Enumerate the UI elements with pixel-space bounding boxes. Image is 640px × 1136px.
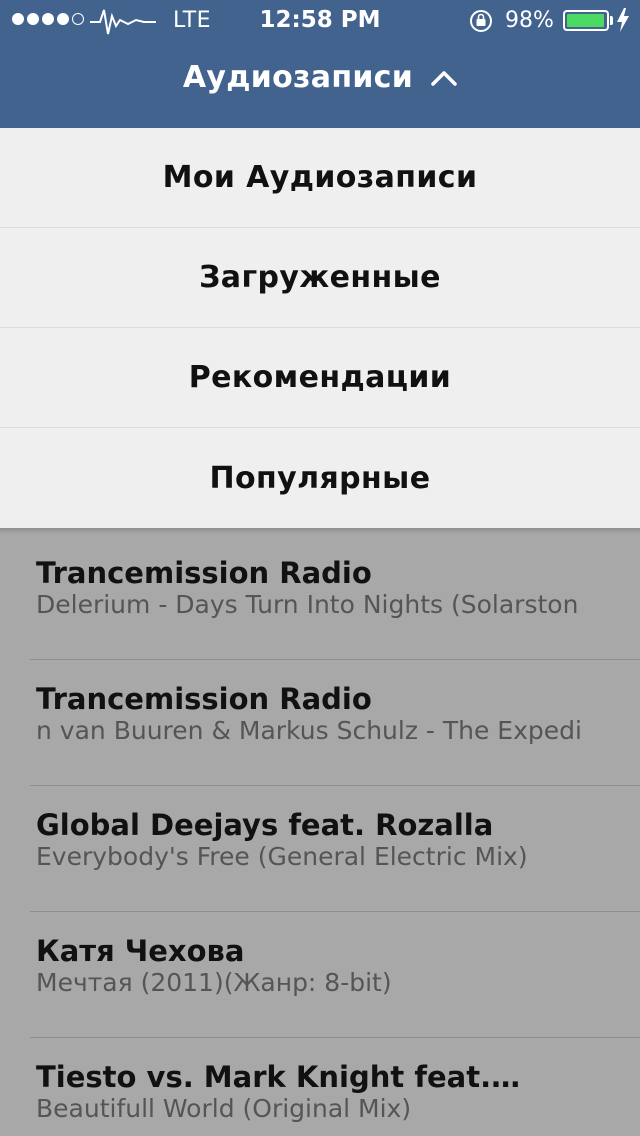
battery-tip	[610, 16, 613, 25]
chevron-up-icon	[431, 70, 457, 86]
track-artist: Trancemission Radio	[36, 682, 372, 716]
track-title: Beautifull World (Original Mix)	[36, 1094, 412, 1123]
track-list: Trancemission Radio Delerium - Days Turn…	[0, 534, 640, 1136]
header: LTE 12:58 PM 98% Аудиозаписи	[0, 0, 640, 128]
nav-title-toggle[interactable]: Аудиозаписи	[0, 60, 640, 95]
battery-icon	[563, 10, 609, 31]
list-item[interactable]: Global Deejays feat. Rozalla Everybody's…	[30, 786, 640, 912]
track-title: Delerium - Days Turn Into Nights (Solars…	[36, 590, 579, 619]
section-menu: Мои Аудиозаписи Загруженные Рекомендации…	[0, 128, 640, 528]
status-bar: LTE 12:58 PM 98%	[0, 0, 640, 40]
battery-percent: 98%	[505, 8, 554, 33]
track-title: n van Buuren & Markus Schulz - The Exped…	[36, 716, 582, 745]
track-artist: Trancemission Radio	[36, 556, 372, 590]
list-item[interactable]: Tiesto vs. Mark Knight feat.… Beautifull…	[30, 1038, 640, 1136]
track-artist: Катя Чехова	[36, 934, 245, 968]
menu-item-popular[interactable]: Популярные	[0, 428, 640, 528]
menu-item-recommendations[interactable]: Рекомендации	[0, 328, 640, 428]
nav-title: Аудиозаписи	[182, 60, 414, 95]
track-title: Мечтая (2011)(Жанр: 8-bit)	[36, 968, 392, 997]
menu-item-my-audio[interactable]: Мои Аудиозаписи	[0, 128, 640, 228]
list-item[interactable]: Trancemission Radio Delerium - Days Turn…	[30, 534, 640, 660]
track-artist: Global Deejays feat. Rozalla	[36, 808, 494, 842]
list-item[interactable]: Trancemission Radio n van Buuren & Marku…	[30, 660, 640, 786]
rotation-lock-icon	[470, 10, 492, 32]
list-item[interactable]: Катя Чехова Мечтая (2011)(Жанр: 8-bit)	[30, 912, 640, 1038]
menu-item-downloaded[interactable]: Загруженные	[0, 228, 640, 328]
charging-bolt-icon	[617, 8, 629, 32]
track-artist: Tiesto vs. Mark Knight feat.…	[36, 1060, 521, 1094]
track-title: Everybody's Free (General Electric Mix)	[36, 842, 528, 871]
